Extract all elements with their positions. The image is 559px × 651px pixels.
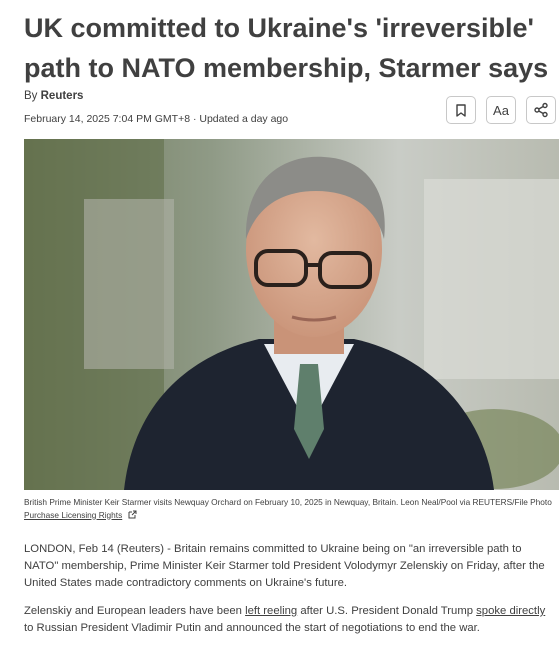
photo-caption-text: British Prime Minister Keir Starmer visi… [24,497,552,507]
article-paragraph-2: Zelenskiy and European leaders have been… [24,603,554,637]
text-size-button[interactable]: Aa [486,96,516,124]
lead-photo-image [24,139,559,490]
external-link-icon [128,510,137,518]
article-headline: UK committed to Ukraine's 'irreversible'… [24,13,549,83]
paragraph-text: Zelenskiy and European leaders have been [24,605,246,617]
article-paragraph-1: LONDON, Feb 14 (Reuters) - Britain remai… [24,543,545,589]
bookmark-icon [456,103,466,117]
bookmark-button[interactable] [446,96,476,124]
photo-caption: British Prime Minister Keir Starmer visi… [24,496,552,521]
share-icon [534,102,548,118]
lead-photo[interactable] [24,139,559,490]
byline: By Reuters [24,90,83,102]
article-dateline: February 14, 2025 7:04 PM GMT+8 · Update… [24,113,289,125]
left-reeling-link[interactable]: left reeling [245,605,297,617]
paragraph-text: after U.S. President Donald Trump [297,605,477,617]
purchase-licensing-link[interactable]: Purchase Licensing Rights [24,510,122,520]
spoke-directly-link[interactable]: spoke directly [476,605,545,617]
article-toolbar: Aa [446,96,556,124]
paragraph-text: to Russian President Vladimir Putin and … [24,622,480,634]
text-size-label: Aa [493,102,509,118]
share-button[interactable] [526,96,556,124]
byline-author-link[interactable]: Reuters [41,90,84,102]
byline-prefix: By [24,90,38,102]
